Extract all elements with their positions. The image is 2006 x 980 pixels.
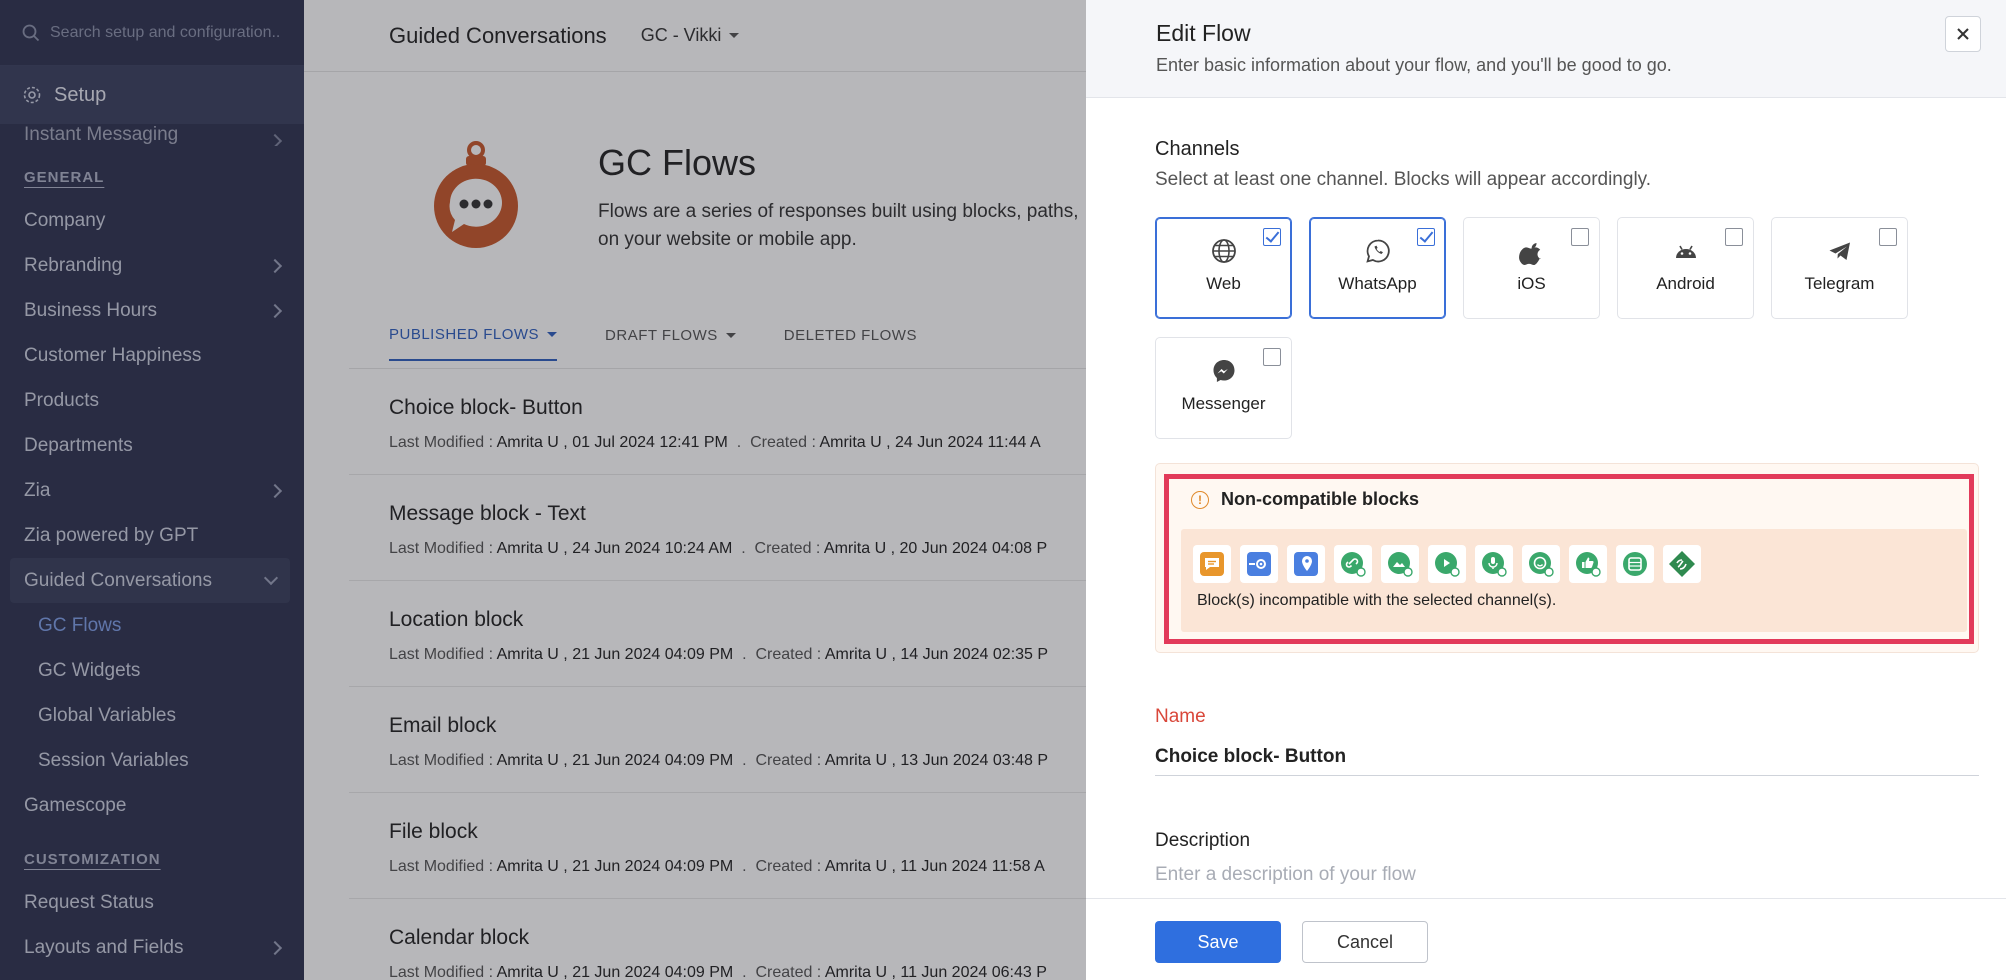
- grid-icon: [1616, 545, 1654, 583]
- channel-whatsapp[interactable]: WhatsApp: [1309, 217, 1446, 319]
- webhook-icon: [1663, 545, 1701, 583]
- channels-subtitle: Select at least one channel. Blocks will…: [1155, 169, 1652, 190]
- messenger-icon: [1213, 360, 1234, 382]
- modal-backdrop[interactable]: [0, 0, 1086, 980]
- channel-checkbox[interactable]: [1263, 348, 1281, 366]
- channel-label: Telegram: [1804, 274, 1875, 293]
- close-button[interactable]: [1945, 16, 1981, 52]
- apple-icon: [1518, 243, 1541, 265]
- nc-message: Block(s) incompatible with the selected …: [1197, 592, 1557, 609]
- channel-messenger[interactable]: Messenger: [1155, 337, 1292, 439]
- nc-title-text: Non-compatible blocks: [1221, 489, 1420, 509]
- channel-label: Messenger: [1181, 394, 1266, 413]
- channel-label: iOS: [1517, 274, 1546, 293]
- channel-label: Web: [1206, 274, 1241, 293]
- thumbs-up-icon: [1569, 545, 1607, 583]
- audio-icon: [1475, 545, 1513, 583]
- non-compatible-blocks: ! Non-compatible blocks Block(s) incompat…: [1164, 474, 1974, 644]
- channel-checkbox[interactable]: [1417, 228, 1435, 246]
- location-pin-icon: [1287, 545, 1325, 583]
- warning-icon: !: [1191, 490, 1209, 509]
- channel-checkbox[interactable]: [1571, 228, 1589, 246]
- channel-checkbox[interactable]: [1263, 228, 1281, 246]
- description-input[interactable]: Enter a description of your flow: [1155, 864, 1416, 886]
- channel-checkbox[interactable]: [1725, 228, 1743, 246]
- android-icon: [1675, 245, 1696, 258]
- nc-block-list: Block(s) incompatible with the selected …: [1181, 529, 1967, 632]
- name-input[interactable]: Choice block- Button: [1155, 746, 1346, 768]
- emoji-icon: [1522, 545, 1560, 583]
- chat-bubble-icon: [1193, 545, 1231, 583]
- video-icon: [1428, 545, 1466, 583]
- channel-ios[interactable]: iOS: [1463, 217, 1600, 319]
- edit-flow-panel: Edit Flow Enter basic information about …: [1086, 0, 2006, 980]
- save-button[interactable]: Save: [1155, 921, 1281, 963]
- channel-telegram[interactable]: Telegram: [1771, 217, 1908, 319]
- channel-checkbox[interactable]: [1879, 228, 1897, 246]
- description-label: Description: [1155, 830, 1251, 851]
- close-icon: [1957, 28, 1969, 40]
- name-label: Name: [1155, 706, 1206, 727]
- panel-title: Edit Flow: [1156, 20, 1251, 46]
- channel-android[interactable]: Android: [1617, 217, 1754, 319]
- cancel-button[interactable]: Cancel: [1302, 921, 1428, 963]
- nc-title: ! Non-compatible blocks: [1191, 489, 1419, 510]
- panel-subtitle: Enter basic information about your flow,…: [1156, 55, 1672, 75]
- channel-label: WhatsApp: [1338, 274, 1417, 293]
- whatsapp-icon: [1365, 239, 1390, 263]
- channel-label: Android: [1656, 274, 1715, 293]
- panel-header: Edit Flow Enter basic information about …: [1086, 0, 2006, 98]
- name-underline: [1155, 775, 1979, 776]
- channels-title: Channels: [1155, 138, 1240, 160]
- panel-footer: Save Cancel: [1086, 898, 2006, 980]
- channel-web[interactable]: Web: [1155, 217, 1292, 319]
- image-icon: [1381, 545, 1419, 583]
- link-icon: [1334, 545, 1372, 583]
- globe-icon: [1211, 239, 1236, 263]
- telegram-icon: [1829, 242, 1850, 260]
- carousel-icon: [1240, 545, 1278, 583]
